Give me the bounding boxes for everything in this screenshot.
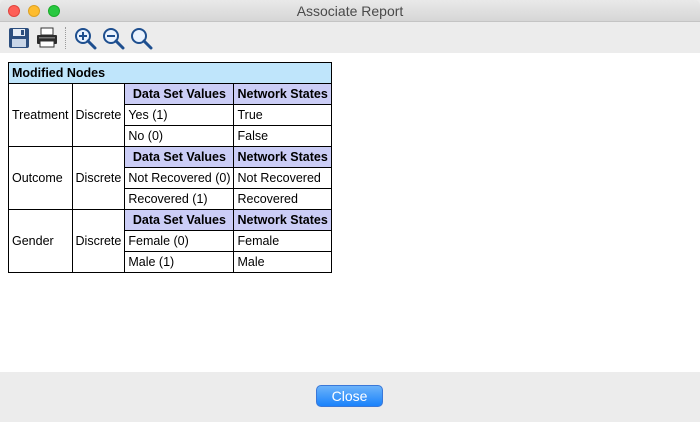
table-header: Modified Nodes: [8, 62, 332, 84]
zoom-in-icon[interactable]: [73, 26, 97, 50]
column-header-network-states: Network States: [233, 146, 332, 168]
data-set-value: Yes (1): [124, 104, 235, 126]
save-icon[interactable]: [7, 26, 31, 50]
data-set-value: Recovered (1): [124, 188, 235, 210]
toolbar-separator: [65, 27, 66, 49]
title-bar: Associate Report: [0, 0, 700, 22]
network-state: True: [233, 104, 332, 126]
window-title: Associate Report: [296, 3, 404, 19]
zoom-out-icon[interactable]: [101, 26, 125, 50]
node-name: Gender: [8, 209, 73, 273]
column-header-network-states: Network States: [233, 83, 332, 105]
node-name: Outcome: [8, 146, 73, 210]
network-state: False: [233, 125, 332, 147]
data-set-value: Female (0): [124, 230, 235, 252]
column-header-data-set-values: Data Set Values: [124, 146, 235, 168]
report-window: Associate Report Modified Nodes Treatmen…: [0, 0, 700, 422]
network-state: Male: [233, 251, 332, 273]
data-set-value: No (0): [124, 125, 235, 147]
node-type: Discrete: [71, 83, 126, 147]
column-header-data-set-values: Data Set Values: [124, 209, 235, 231]
data-set-value: Male (1): [124, 251, 235, 273]
network-state: Female: [233, 230, 332, 252]
report-content: Modified Nodes Treatment Discrete Data S…: [0, 53, 700, 372]
network-state: Not Recovered: [233, 167, 332, 189]
data-set-value: Not Recovered (0): [124, 167, 235, 189]
toolbar: [0, 23, 700, 53]
zoom-reset-icon[interactable]: [129, 26, 153, 50]
modified-nodes-table: Modified Nodes Treatment Discrete Data S…: [8, 62, 332, 273]
print-icon[interactable]: [35, 26, 59, 50]
node-type: Discrete: [71, 209, 126, 273]
node-name: Treatment: [8, 83, 73, 147]
column-header-network-states: Network States: [233, 209, 332, 231]
column-header-data-set-values: Data Set Values: [124, 83, 235, 105]
node-type: Discrete: [71, 146, 126, 210]
close-button[interactable]: Close: [316, 385, 383, 407]
network-state: Recovered: [233, 188, 332, 210]
footer: Close: [0, 372, 700, 422]
